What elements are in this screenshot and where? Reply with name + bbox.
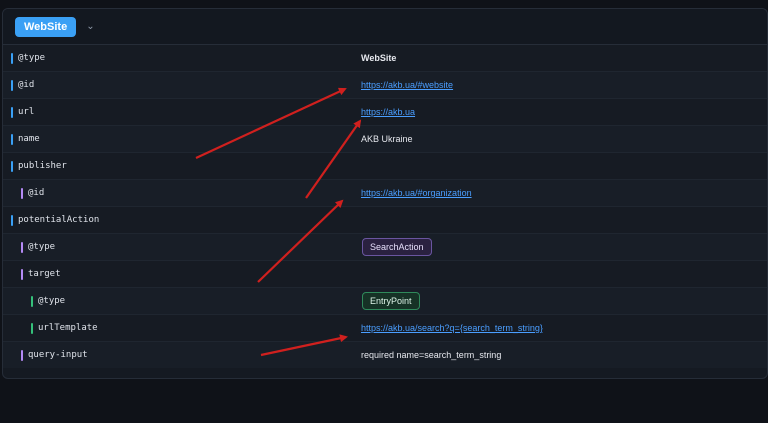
annotation-arrow [257,199,344,283]
annotation-arrow [195,87,347,159]
annotation-arrow [305,119,362,199]
annotation-arrows [195,87,362,357]
annotation-arrow [260,334,348,357]
